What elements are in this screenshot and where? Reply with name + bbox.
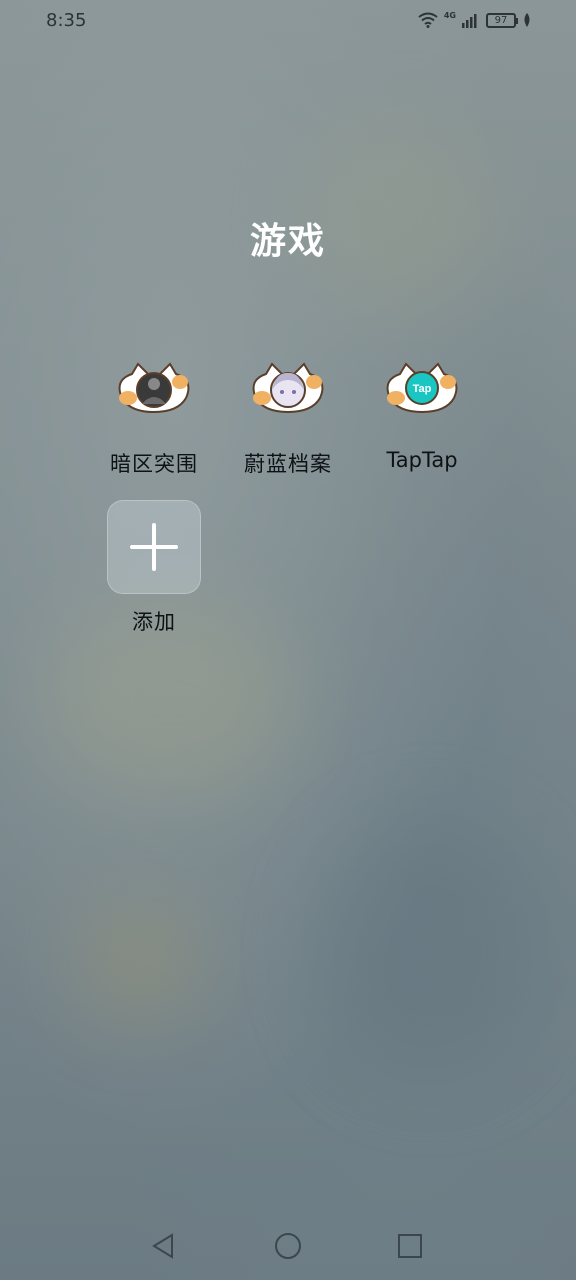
add-tile[interactable] — [107, 500, 201, 594]
app-label: 暗区突围 — [110, 452, 198, 476]
battery-level: 97 — [494, 14, 508, 26]
app-anqu-tuwei[interactable]: 暗区突围 — [87, 360, 221, 478]
navigation-bar — [0, 1216, 576, 1280]
plus-icon — [152, 523, 156, 571]
game-avatar-anime-girl-icon — [248, 360, 328, 416]
status-icons: 4G 97 — [418, 10, 532, 28]
wallpaper-blob — [80, 900, 200, 1020]
game-avatar-soldier-icon — [114, 360, 194, 416]
status-bar: 8:35 4G 97 — [0, 0, 576, 40]
app-taptap[interactable]: Tap TapTap — [355, 360, 489, 472]
battery-icon: 97 — [486, 12, 518, 28]
app-blue-archive[interactable]: 蔚蓝档案 — [221, 360, 355, 478]
add-app-button[interactable]: 添加 — [87, 500, 221, 636]
back-icon[interactable] — [148, 1230, 180, 1262]
status-time: 8:35 — [46, 9, 87, 31]
signal-icon — [462, 14, 477, 28]
wallpaper-blob — [320, 820, 540, 1080]
app-label: 蔚蓝档案 — [244, 452, 332, 476]
add-label: 添加 — [132, 610, 176, 634]
leaf-icon — [524, 13, 530, 27]
recents-icon[interactable] — [394, 1230, 426, 1262]
wifi-icon — [418, 12, 438, 28]
network-type-label: 4G — [443, 10, 456, 20]
taptap-icon: Tap — [382, 360, 462, 416]
folder-title[interactable]: 游戏 — [0, 212, 576, 264]
taptap-icon-text: Tap — [413, 383, 432, 395]
app-label: TapTap — [386, 448, 458, 472]
home-icon[interactable] — [272, 1230, 304, 1262]
